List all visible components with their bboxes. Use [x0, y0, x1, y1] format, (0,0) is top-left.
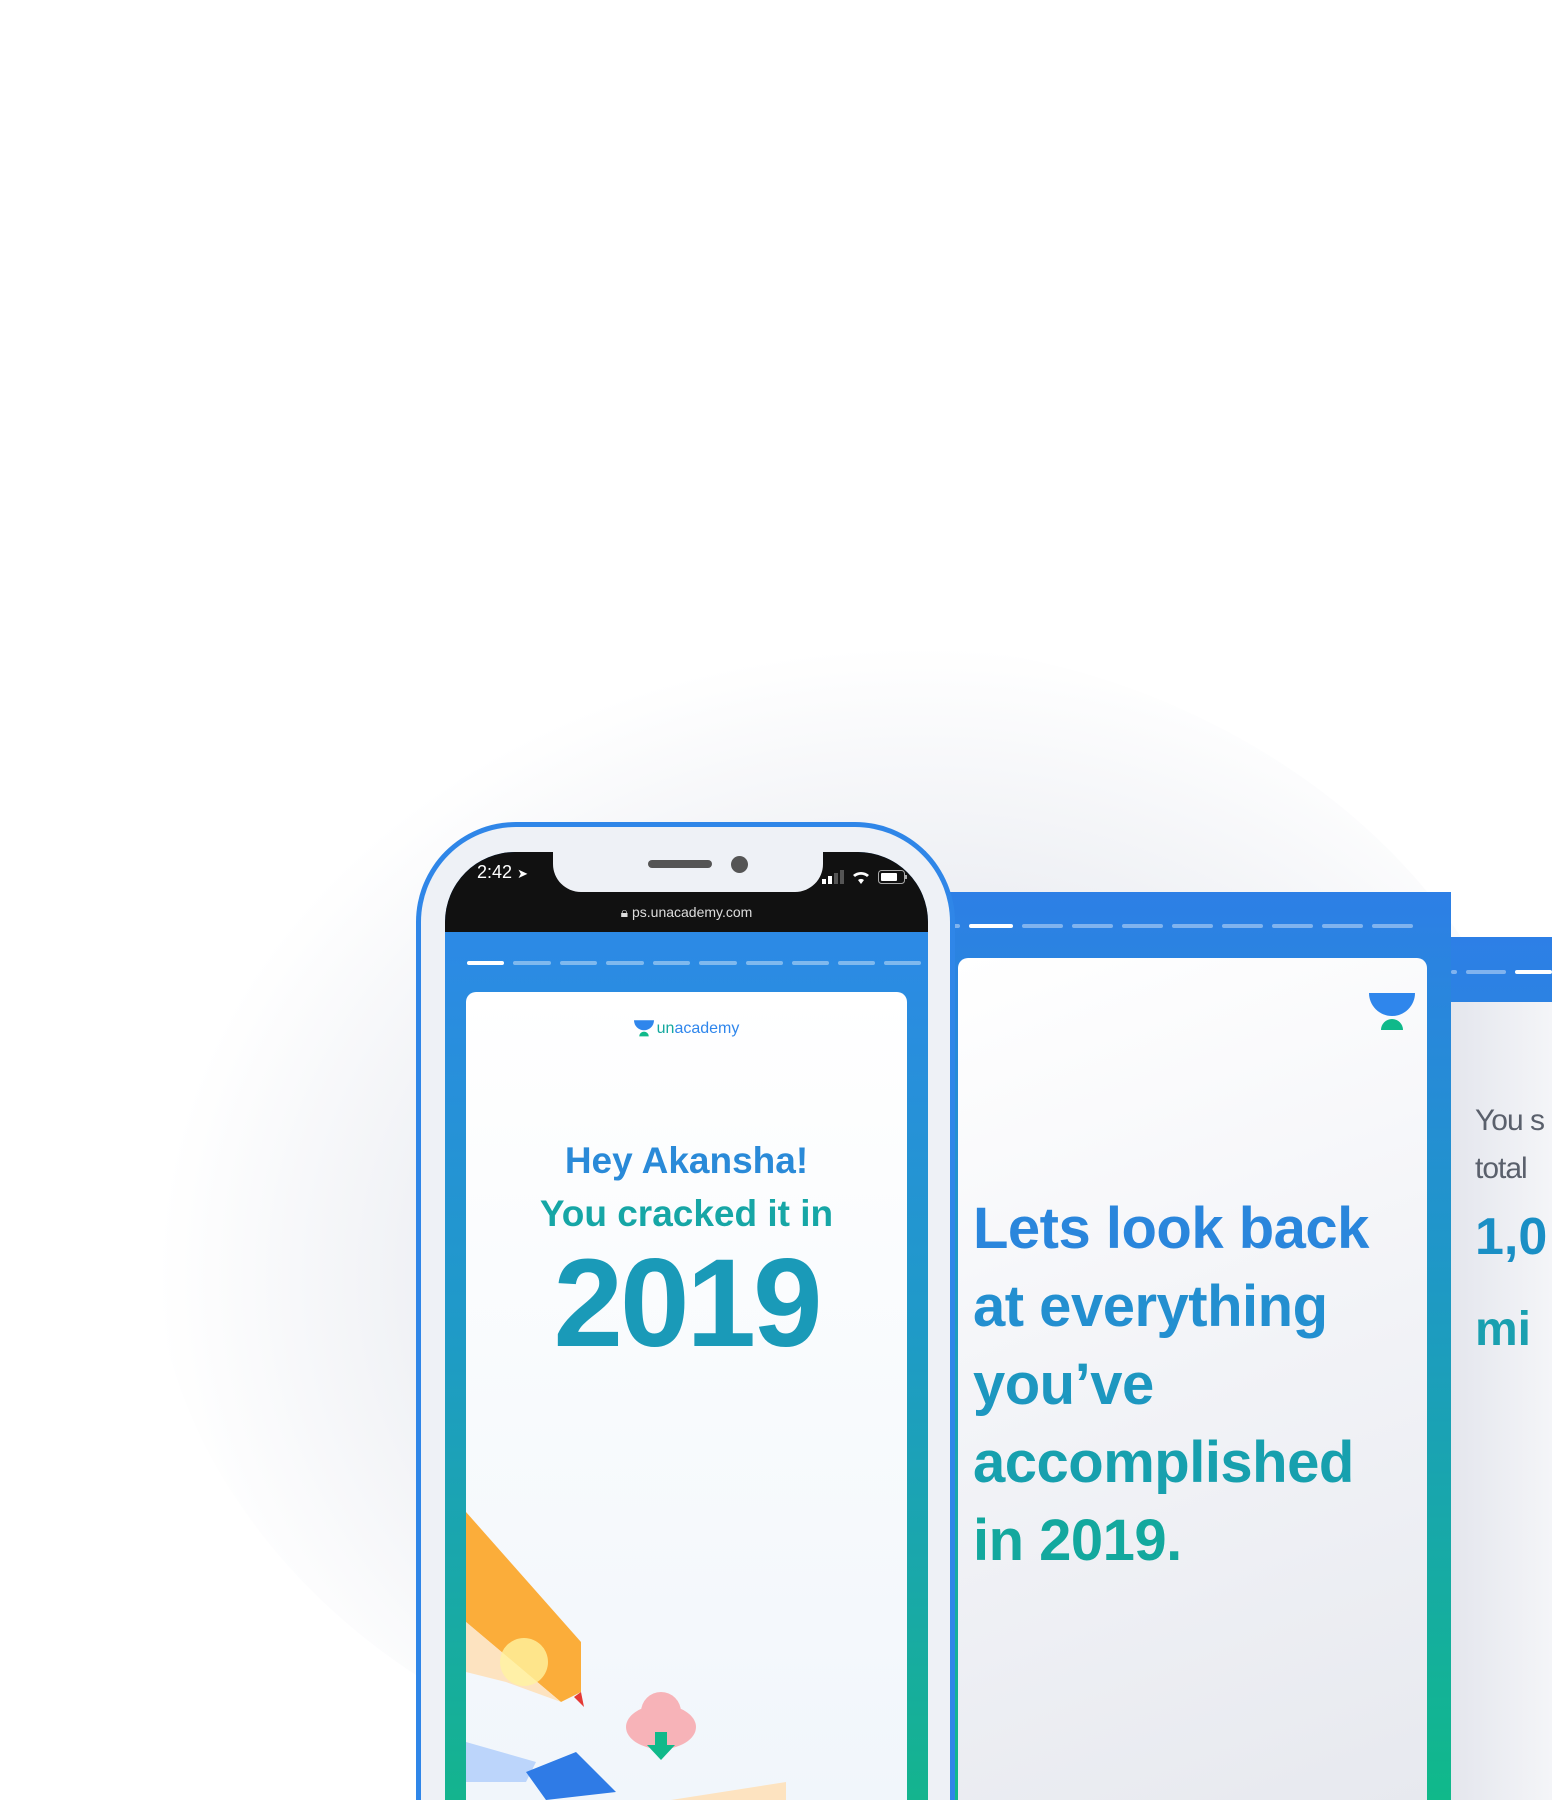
- address-bar[interactable]: 🔒︎ ps.unacademy.com: [445, 904, 928, 921]
- logo-text: academy: [674, 1020, 740, 1037]
- logo-text: un: [656, 1020, 675, 1037]
- speaker: [648, 860, 712, 868]
- wifi-icon: [853, 871, 869, 884]
- card3-line: total: [1475, 1152, 1528, 1185]
- story-progress: [1451, 970, 1552, 974]
- card2-line: you’ve: [973, 1352, 1154, 1417]
- unacademy-logo-icon: [633, 1020, 654, 1037]
- card2-line: at everything: [973, 1274, 1328, 1339]
- signal-icon: [822, 870, 844, 884]
- time-text: 2:42: [477, 862, 513, 882]
- card3-line: You s: [1475, 1104, 1545, 1137]
- camera: [731, 856, 748, 873]
- story-progress: [940, 924, 1413, 928]
- phone-screen: 2:42 ➤ 🔒︎ ps.unacademy.com unacademy Hey…: [445, 852, 928, 1800]
- status-bar: 2:42 ➤ 🔒︎ ps.unacademy.com: [445, 852, 928, 932]
- unacademy-logo-icon: [1369, 993, 1415, 1030]
- illustration: [466, 1512, 786, 1800]
- subtitle: You cracked it in: [539, 1193, 834, 1234]
- card3-number: 1,0: [1475, 1208, 1548, 1266]
- story-card-3: You s total 1,0 mi: [1451, 937, 1552, 1800]
- story-progress: [467, 961, 921, 965]
- year: 2019: [553, 1234, 822, 1373]
- unacademy-logo: unacademy: [466, 1020, 907, 1038]
- url-text: ps.unacademy.com: [631, 904, 753, 920]
- card2-line: accomplished: [973, 1430, 1354, 1495]
- status-time: 2:42 ➤: [477, 862, 528, 883]
- story-card-1: unacademy Hey Akansha! You cracked it in…: [466, 992, 907, 1800]
- lock-icon: 🔒︎: [620, 904, 629, 920]
- card2-line: Lets look back: [973, 1196, 1369, 1261]
- notch: [553, 852, 823, 892]
- location-arrow-icon: ➤: [517, 866, 528, 881]
- greeting: Hey Akansha!: [564, 1140, 809, 1181]
- card2-line: in 2019.: [973, 1508, 1182, 1573]
- story-card-2: [940, 892, 1451, 1800]
- card3-unit: mi: [1475, 1303, 1532, 1356]
- battery-icon: [878, 870, 907, 884]
